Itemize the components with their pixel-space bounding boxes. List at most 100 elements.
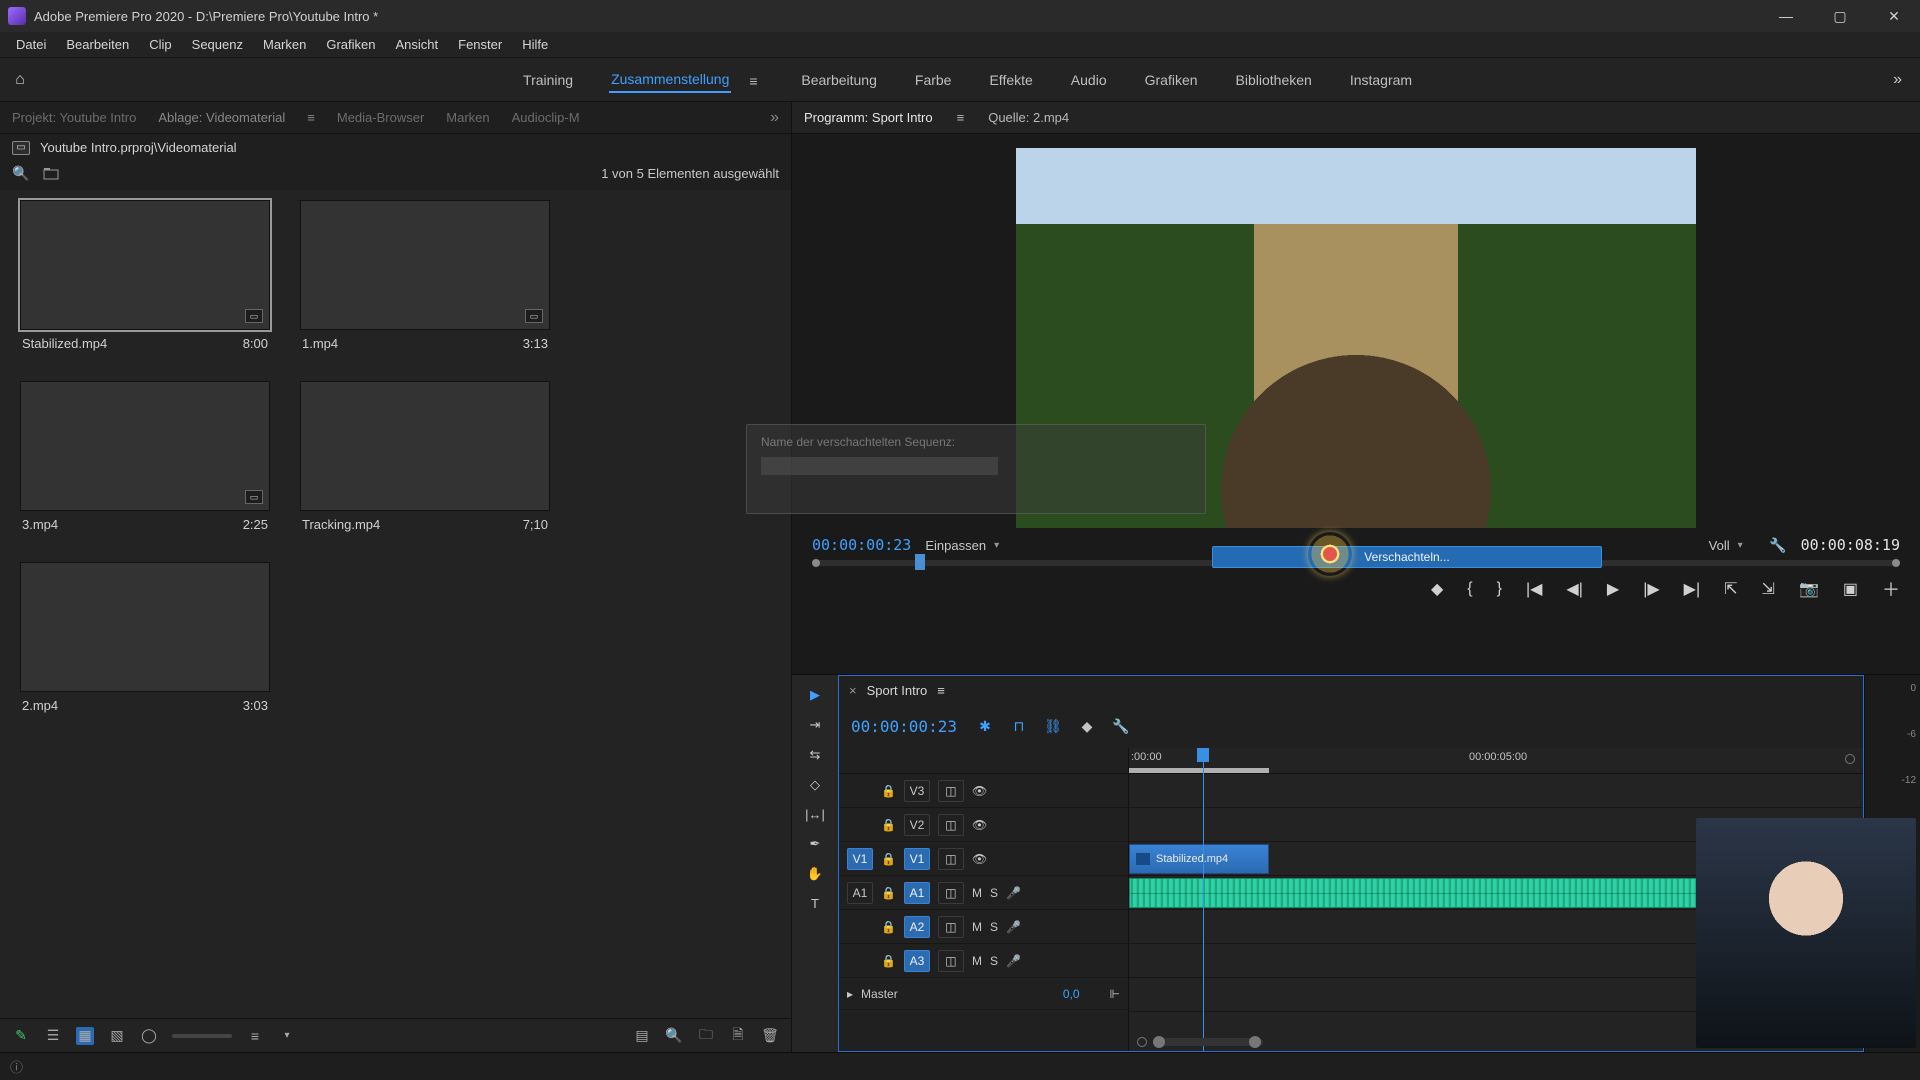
tab-projekt[interactable]: Projekt: Youtube Intro <box>12 110 136 125</box>
status-info-icon[interactable]: ⓘ <box>10 1057 23 1076</box>
track-header-v1[interactable]: V1 🔒 V1 ◫ 👁 <box>839 842 1128 876</box>
export-frame-icon[interactable]: 📷 <box>1799 579 1819 599</box>
menu-clip[interactable]: Clip <box>139 37 181 52</box>
minimize-button[interactable]: — <box>1768 8 1804 25</box>
pen-tool-icon[interactable]: ✒ <box>810 836 821 852</box>
add-marker-icon[interactable]: ◆ <box>1077 717 1097 735</box>
snap-toggle-icon[interactable]: ⊓ <box>1009 717 1029 735</box>
insert-overwrite-toggle-icon[interactable]: ✱ <box>975 717 995 735</box>
lock-icon[interactable]: 🔒 <box>881 886 896 900</box>
trash-icon[interactable]: 🗑 <box>761 1027 779 1045</box>
track-target-a1[interactable]: A1 <box>904 882 930 904</box>
video-clip[interactable]: Stabilized.mp4 <box>1129 844 1269 874</box>
solo-toggle[interactable]: S <box>990 954 998 968</box>
lock-icon[interactable]: 🔒 <box>881 784 896 798</box>
track-header-v2[interactable]: 🔒 V2 ◫ 👁 <box>839 808 1128 842</box>
voiceover-icon[interactable]: 🎤 <box>1006 920 1021 934</box>
program-monitor-viewport[interactable]: Name der verschachtelten Sequenz: <box>1016 148 1696 528</box>
settings-wrench-icon[interactable]: 🔧 <box>1769 536 1787 554</box>
track-target-a2[interactable]: A2 <box>904 916 930 938</box>
playhead[interactable] <box>1203 748 1204 1051</box>
workspace-bearbeitung[interactable]: Bearbeitung <box>799 68 879 92</box>
zoom-scrollbar[interactable] <box>1153 1038 1263 1046</box>
voiceover-icon[interactable]: 🎤 <box>1006 886 1021 900</box>
ripple-edit-tool-icon[interactable]: ⇆ <box>810 747 821 763</box>
menu-sequenz[interactable]: Sequenz <box>182 37 253 52</box>
mute-toggle[interactable]: M <box>972 920 982 934</box>
workspace-instagram[interactable]: Instagram <box>1348 68 1414 92</box>
search-icon[interactable]: 🔍 <box>12 165 29 182</box>
sort-chevron-icon[interactable]: ▾ <box>278 1027 296 1045</box>
timeline-settings-icon[interactable]: 🔧 <box>1111 717 1131 735</box>
source-patch-a1[interactable]: A1 <box>847 882 873 904</box>
tab-programm-menu-icon[interactable]: ≡ <box>957 110 965 125</box>
new-item-icon[interactable]: 🗎 <box>729 1027 747 1045</box>
step-forward-icon[interactable]: |▶ <box>1643 579 1659 599</box>
tab-ablage[interactable]: Ablage: Videomaterial <box>158 110 285 125</box>
track-header-master[interactable]: ▸ Master 0,0 ⊩ <box>839 978 1128 1010</box>
program-timecode[interactable]: 00:00:00:23 <box>812 536 911 554</box>
track-output-icon[interactable]: 👁 <box>972 818 987 832</box>
thumbnail-size-icon[interactable]: ◯ <box>140 1027 158 1045</box>
solo-toggle[interactable]: S <box>990 886 998 900</box>
track-output-icon[interactable]: 👁 <box>972 784 987 798</box>
add-marker-icon[interactable]: ◆ <box>1431 579 1443 599</box>
timeline-close-icon[interactable]: × <box>849 683 857 698</box>
tab-ablage-menu-icon[interactable]: ≡ <box>307 110 315 125</box>
solo-toggle[interactable]: S <box>990 920 998 934</box>
tab-audioclip[interactable]: Audioclip-M <box>512 110 580 125</box>
menu-grafiken[interactable]: Grafiken <box>316 37 385 52</box>
mute-toggle[interactable]: M <box>972 954 982 968</box>
icon-view-icon[interactable]: ▦ <box>76 1027 94 1045</box>
track-header-a3[interactable]: 🔒 A3 ◫ M S 🎤 <box>839 944 1128 978</box>
scrub-playhead[interactable] <box>915 554 925 570</box>
menu-marken[interactable]: Marken <box>253 37 316 52</box>
sync-lock-icon[interactable]: ◫ <box>938 882 964 904</box>
find-icon[interactable]: 🔍 <box>665 1027 683 1045</box>
selection-tool-icon[interactable]: ▶ <box>810 687 820 703</box>
sync-lock-icon[interactable]: ◫ <box>938 780 964 802</box>
timeline-collapse-icon[interactable] <box>1845 754 1855 764</box>
dialog-input[interactable] <box>761 457 998 475</box>
track-target-v3[interactable]: V3 <box>904 780 930 802</box>
menu-bearbeiten[interactable]: Bearbeiten <box>56 37 139 52</box>
timeline-panel-menu-icon[interactable]: ≡ <box>937 683 945 698</box>
close-button[interactable]: ✕ <box>1876 8 1912 25</box>
automate-to-sequence-icon[interactable]: ▤ <box>633 1027 651 1045</box>
sync-lock-icon[interactable]: ◫ <box>938 916 964 938</box>
go-to-out-icon[interactable]: ▶| <box>1684 579 1700 599</box>
mark-in-icon[interactable]: { <box>1467 580 1472 598</box>
tab-media-browser[interactable]: Media-Browser <box>337 110 424 125</box>
timeline-zoom-control[interactable] <box>1137 1037 1263 1047</box>
workspace-overflow-icon[interactable]: » <box>1883 71 1912 89</box>
lock-icon[interactable]: 🔒 <box>881 954 896 968</box>
hand-tool-icon[interactable]: ✋ <box>807 866 823 882</box>
work-area-bar[interactable] <box>1129 768 1269 773</box>
asset-item[interactable]: ▭ Stabilized.mp48:00 <box>20 200 270 351</box>
timeline-timecode[interactable]: 00:00:00:23 <box>851 717 957 736</box>
workspace-zusammenstellung[interactable]: Zusammenstellung <box>609 67 731 93</box>
thumbnail-size-slider[interactable] <box>172 1034 232 1038</box>
lift-icon[interactable]: ⇱ <box>1724 579 1737 599</box>
button-editor-icon[interactable]: ＋ <box>1882 576 1900 602</box>
track-target-a3[interactable]: A3 <box>904 950 930 972</box>
zoom-selector[interactable]: Einpassen ▾ <box>925 538 999 553</box>
sync-lock-icon[interactable]: ◫ <box>938 814 964 836</box>
workspace-farbe[interactable]: Farbe <box>913 68 954 92</box>
list-view-icon[interactable]: ☰ <box>44 1027 62 1045</box>
maximize-button[interactable]: ▢ <box>1822 8 1858 25</box>
mute-toggle[interactable]: M <box>972 886 982 900</box>
freeform-view-icon[interactable]: ▧ <box>108 1027 126 1045</box>
track-target-v2[interactable]: V2 <box>904 814 930 836</box>
mark-out-icon[interactable]: } <box>1497 580 1502 598</box>
master-meter-icon[interactable]: ⊩ <box>1110 987 1120 1001</box>
quality-selector[interactable]: Voll ▾ <box>1709 538 1743 553</box>
voiceover-icon[interactable]: 🎤 <box>1006 954 1021 968</box>
tab-marken[interactable]: Marken <box>446 110 489 125</box>
sync-lock-icon[interactable]: ◫ <box>938 950 964 972</box>
zoom-handle-icon[interactable] <box>1137 1037 1147 1047</box>
sequence-name[interactable]: Sport Intro <box>867 683 928 698</box>
tab-quelle[interactable]: Quelle: 2.mp4 <box>988 110 1069 125</box>
menu-fenster[interactable]: Fenster <box>448 37 512 52</box>
track-select-tool-icon[interactable]: ⇥ <box>810 717 821 733</box>
